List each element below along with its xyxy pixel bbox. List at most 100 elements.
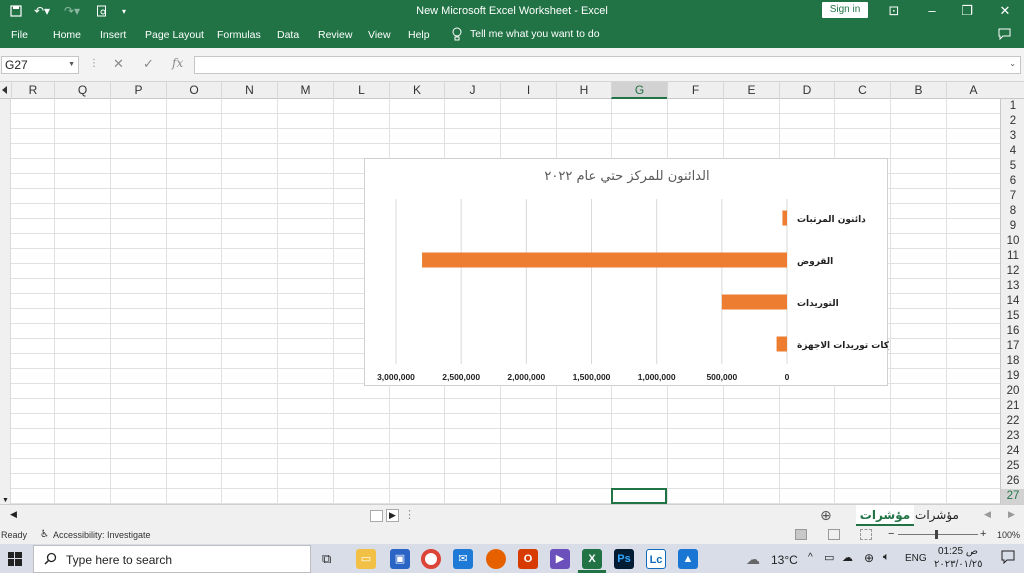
zoom-in-icon[interactable]: +	[980, 528, 986, 540]
onedrive-icon[interactable]: ☁	[842, 551, 853, 564]
row-header-21[interactable]: 21	[1001, 399, 1024, 414]
notifications-icon[interactable]	[1001, 550, 1015, 567]
photos-icon[interactable]: ▲	[678, 549, 698, 569]
weather-temp[interactable]: 13°C	[771, 553, 798, 567]
next-sheet-icon[interactable]: ▶	[1008, 509, 1015, 520]
photoshop-icon[interactable]: Ps	[614, 549, 634, 569]
column-header-e[interactable]: E	[723, 82, 779, 99]
tab-insert[interactable]: Insert	[100, 29, 126, 41]
row-header-10[interactable]: 10	[1001, 234, 1024, 249]
row-header-23[interactable]: 23	[1001, 429, 1024, 444]
prev-sheet-icon[interactable]: ◀	[984, 509, 991, 520]
column-header-g[interactable]: G	[611, 82, 667, 99]
column-header-b[interactable]: B	[890, 82, 946, 99]
row-header-17[interactable]: 17	[1001, 339, 1024, 354]
language-indicator[interactable]: ENG	[905, 553, 927, 564]
more-options-icon[interactable]: ⋮	[89, 58, 99, 69]
column-header-d[interactable]: D	[779, 82, 834, 99]
insert-function-icon[interactable]: fx	[172, 56, 183, 70]
column-header-k[interactable]: K	[389, 82, 444, 99]
accessibility-status[interactable]: Accessibility: Investigate	[53, 530, 151, 540]
zoom-slider-thumb[interactable]	[935, 530, 938, 539]
volume-icon[interactable]: 🔈︎	[883, 551, 890, 564]
column-header-q[interactable]: Q	[54, 82, 110, 99]
scroll-left-icon[interactable]: ◀	[10, 509, 17, 520]
tab-help[interactable]: Help	[408, 29, 430, 41]
column-header-m[interactable]: M	[277, 82, 333, 99]
column-header-n[interactable]: N	[221, 82, 277, 99]
column-header-r[interactable]: R	[11, 82, 54, 99]
store-icon[interactable]: ▣	[390, 549, 410, 569]
row-header-3[interactable]: 3	[1001, 129, 1024, 144]
row-header-26[interactable]: 26	[1001, 474, 1024, 489]
taskbar-search[interactable]: Type here to search	[33, 545, 311, 573]
tray-overflow-icon[interactable]: ^	[808, 552, 813, 563]
sign-in-button[interactable]: Sign in	[822, 2, 868, 18]
lc-app-icon[interactable]: Lc	[646, 549, 666, 569]
row-header-8[interactable]: 8	[1001, 204, 1024, 219]
page-layout-view-icon[interactable]	[828, 529, 840, 540]
row-header-12[interactable]: 12	[1001, 264, 1024, 279]
office-icon[interactable]: O	[518, 549, 538, 569]
row-header-7[interactable]: 7	[1001, 189, 1024, 204]
column-header-p[interactable]: P	[110, 82, 166, 99]
row-header-5[interactable]: 5	[1001, 159, 1024, 174]
enter-icon[interactable]: ✓	[143, 56, 154, 72]
mail-icon[interactable]: ✉	[453, 549, 473, 569]
excel-icon[interactable]: X	[582, 549, 602, 569]
chevron-down-icon[interactable]: ▼	[68, 57, 75, 73]
zoom-level[interactable]: 100%	[997, 530, 1020, 540]
row-header-24[interactable]: 24	[1001, 444, 1024, 459]
sheet-tab[interactable]: مؤشرات	[914, 505, 960, 526]
row-header-1[interactable]: 1	[1001, 99, 1024, 114]
column-header-l[interactable]: L	[333, 82, 389, 99]
minimize-icon[interactable]: –	[921, 2, 943, 20]
tab-file[interactable]: File	[11, 29, 28, 41]
accessibility-icon[interactable]: ♿	[40, 529, 49, 540]
row-header-27[interactable]: 27	[1001, 489, 1024, 504]
expand-formula-icon[interactable]: ⌄	[1009, 59, 1016, 68]
row-header-13[interactable]: 13	[1001, 279, 1024, 294]
page-break-view-icon[interactable]	[860, 529, 872, 540]
normal-view-icon[interactable]	[795, 529, 807, 540]
row-header-16[interactable]: 16	[1001, 324, 1024, 339]
add-sheet-icon[interactable]: ⊕	[820, 507, 832, 524]
select-all-corner[interactable]	[0, 82, 11, 99]
network-icon[interactable]: ▭	[824, 551, 834, 564]
row-header-6[interactable]: 6	[1001, 174, 1024, 189]
vertical-scrollbar[interactable]: ▼	[0, 99, 11, 504]
globe-icon[interactable]: ⊕	[864, 551, 874, 565]
media-player-icon[interactable]: ▶	[550, 549, 570, 569]
zoom-slider[interactable]	[898, 534, 978, 535]
row-header-22[interactable]: 22	[1001, 414, 1024, 429]
tab-review[interactable]: Review	[318, 29, 352, 41]
row-header-9[interactable]: 9	[1001, 219, 1024, 234]
row-header-4[interactable]: 4	[1001, 144, 1024, 159]
row-header-18[interactable]: 18	[1001, 354, 1024, 369]
cancel-icon[interactable]: ✕	[113, 56, 124, 72]
tab-formulas[interactable]: Formulas	[217, 29, 261, 41]
row-header-25[interactable]: 25	[1001, 459, 1024, 474]
column-header-i[interactable]: I	[500, 82, 556, 99]
column-header-a[interactable]: A	[946, 82, 1000, 99]
column-header-c[interactable]: C	[834, 82, 890, 99]
restore-icon[interactable]: ❐	[956, 2, 978, 20]
selected-cell[interactable]	[611, 488, 667, 504]
row-header-20[interactable]: 20	[1001, 384, 1024, 399]
scroll-down-icon[interactable]: ▼	[2, 497, 9, 504]
row-header-15[interactable]: 15	[1001, 309, 1024, 324]
column-header-h[interactable]: H	[556, 82, 611, 99]
column-header-f[interactable]: F	[667, 82, 723, 99]
close-icon[interactable]: ✕	[994, 2, 1016, 20]
comments-icon[interactable]	[998, 28, 1011, 43]
clock-time[interactable]: 01:25 ص	[938, 546, 978, 557]
tab-home[interactable]: Home	[53, 29, 81, 41]
column-header-o[interactable]: O	[166, 82, 221, 99]
row-header-14[interactable]: 14	[1001, 294, 1024, 309]
row-header-11[interactable]: 11	[1001, 249, 1024, 264]
row-header-2[interactable]: 2	[1001, 114, 1024, 129]
scroll-right-icon[interactable]: ▶	[386, 509, 399, 522]
tell-me-search[interactable]: Tell me what you want to do	[452, 27, 600, 41]
tab-data[interactable]: Data	[277, 29, 299, 41]
bar-chart[interactable]: الدائنون للمركز حتي عام ٢٠٢٢ 0 500,000 1,00…	[364, 158, 889, 386]
